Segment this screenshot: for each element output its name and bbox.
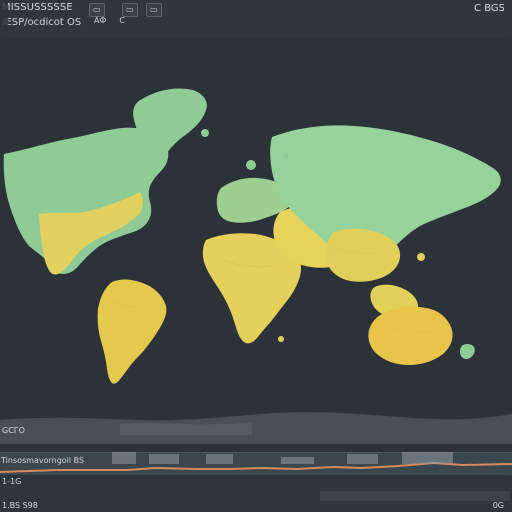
timeline-bar-two: [149, 454, 179, 464]
map-canvas[interactable]: [0, 38, 512, 412]
bottom-scale-label: GСГO: [2, 426, 25, 435]
arctic-island-two[interactable]: [201, 129, 209, 137]
header-button-middle-icon: ▭: [126, 5, 134, 14]
japan-island[interactable]: [417, 253, 425, 261]
arctic-island-one[interactable]: [172, 118, 184, 130]
caribbean-island[interactable]: [99, 315, 105, 321]
timeline-bar-three: [206, 454, 233, 464]
footer-slider[interactable]: [320, 491, 510, 501]
timeline-bars: [112, 452, 453, 464]
top-header: MISSUSSSSSE ÆSP/ocdicot OS АФ С ▭ ▭ ▭ C …: [0, 0, 512, 38]
header-button-left[interactable]: ▭: [89, 3, 105, 17]
tab-second[interactable]: С: [117, 16, 127, 26]
timeline-bar-five: [347, 454, 378, 464]
timeline-label: Tinsosmavorngoil BS: [1, 456, 85, 465]
header-button-middle[interactable]: ▭: [122, 3, 138, 17]
header-tabs: АФ С: [92, 16, 140, 26]
bottom-terrain-strip: [0, 412, 512, 444]
timeline-bar-four: [281, 457, 314, 464]
footer-label: 1-1G: [2, 477, 22, 486]
app-window: MISSUSSSSSE ÆSP/ocdicot OS АФ С ▭ ▭ ▭ C …: [0, 0, 512, 512]
header-corner-label: C BGS: [474, 3, 505, 14]
timeline-bar-one: [112, 452, 136, 464]
tab-third[interactable]: [136, 16, 140, 26]
header-button-left-icon: ▭: [93, 5, 101, 14]
norway-island[interactable]: [246, 160, 256, 170]
footer-bottom-left-label: 1.BS S98: [2, 501, 38, 510]
tab-first[interactable]: АФ: [92, 16, 108, 26]
footer-bottom-right-label: 0G: [492, 501, 504, 510]
world-map[interactable]: [0, 38, 512, 412]
terrain-highlight: [120, 422, 252, 435]
scandinavia-island[interactable]: [283, 153, 289, 159]
madagascar-island[interactable]: [278, 336, 284, 342]
terrain-shape: [0, 412, 512, 444]
page-subtitle: ÆSP/ocdicot OS: [2, 17, 82, 28]
timeline-bar-six: [402, 452, 453, 464]
header-button-right[interactable]: ▭: [146, 3, 162, 17]
header-button-right-icon: ▭: [150, 5, 158, 14]
